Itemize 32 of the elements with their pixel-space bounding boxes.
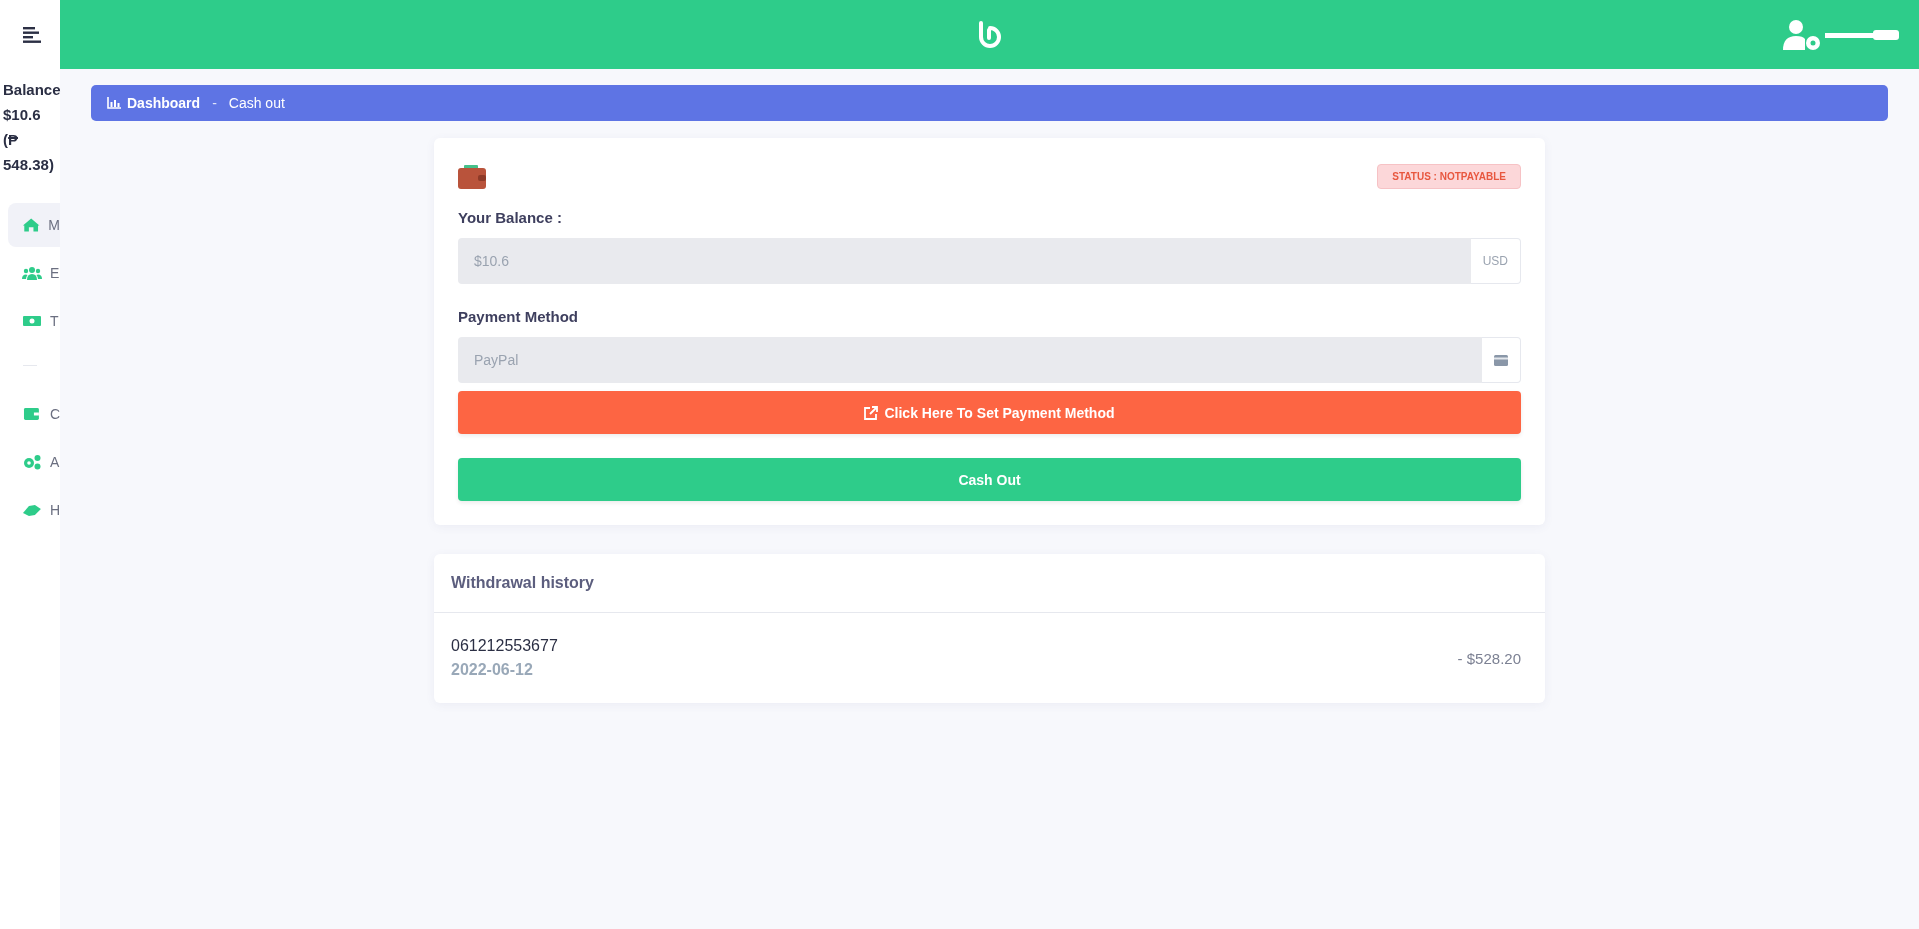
wallet-icon <box>458 164 486 189</box>
breadcrumb-link[interactable]: Dashboard <box>127 95 201 111</box>
transaction-id: 061212553677 <box>451 637 558 655</box>
money-icon <box>22 313 42 329</box>
wallet-icon <box>22 406 42 422</box>
balance-text: Balance <box>3 80 60 100</box>
set-payment-method-button[interactable]: Click Here To Set Payment Method <box>458 391 1521 434</box>
sidebar-item[interactable]: M <box>8 203 60 247</box>
sidebar-item[interactable]: C <box>8 392 60 436</box>
sidebar-item[interactable]: E <box>8 251 60 295</box>
bar-chart-icon <box>107 97 121 109</box>
transaction-amount: - $528.20 <box>1457 649 1521 667</box>
card-icon <box>1494 354 1508 366</box>
balance-text: 548.38) <box>3 155 55 175</box>
balance-text: (₱ <box>3 130 19 150</box>
sidebar-item[interactable]: H <box>8 488 60 532</box>
breadcrumb-separator: - <box>212 95 217 111</box>
external-link-icon <box>864 405 879 420</box>
sidebar-item[interactable]: T <box>8 299 60 343</box>
field-label: Payment Method <box>458 308 579 325</box>
currency-addon: USD <box>1470 238 1521 284</box>
home-icon <box>22 217 41 233</box>
balance-text: $10.6 <box>3 105 42 125</box>
field-label: Your Balance : <box>458 209 563 226</box>
user-settings-icon[interactable] <box>1783 17 1823 52</box>
status-badge: STATUS : NOTPAYABLE <box>1377 164 1521 189</box>
transaction-date: 2022-06-12 <box>451 661 534 679</box>
users-icon <box>22 265 42 281</box>
sidebar-item[interactable]: A <box>8 440 60 484</box>
history-title: Withdrawal history <box>434 554 1545 613</box>
breadcrumb-current: Cash out <box>228 95 285 111</box>
menu-icon[interactable] <box>23 26 41 43</box>
